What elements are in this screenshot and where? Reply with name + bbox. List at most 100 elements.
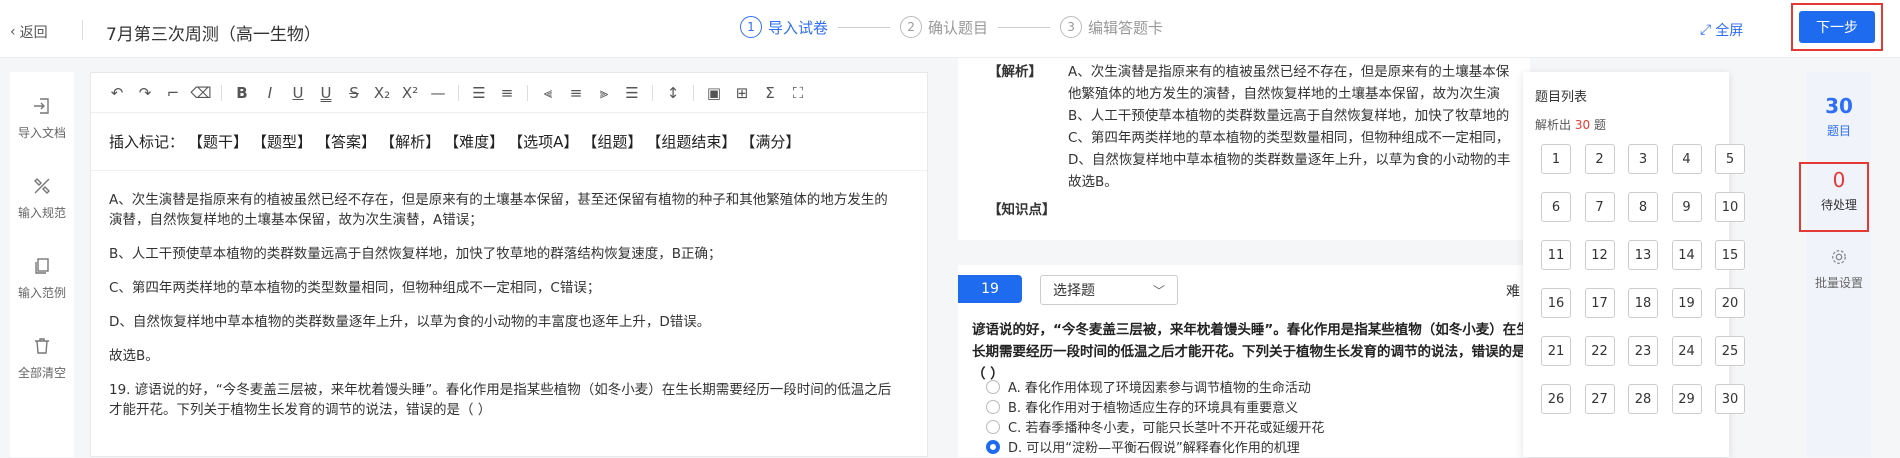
step-confirm[interactable]: 2 确认题目 xyxy=(900,16,988,38)
fullscreen-button[interactable]: ⤢ 全屏 xyxy=(1700,20,1743,40)
chevron-left-icon: ‹ xyxy=(10,24,16,40)
step-answer-card[interactable]: 3 编辑答题卡 xyxy=(1060,16,1163,38)
question-number-button[interactable]: 18 xyxy=(1628,288,1658,318)
question-number-button[interactable]: 1 xyxy=(1541,144,1571,174)
radio-c[interactable] xyxy=(986,419,1000,434)
question-number-button[interactable]: 7 xyxy=(1584,192,1615,222)
question-number-button[interactable]: 8 xyxy=(1628,192,1658,222)
analysis-line: 他繁殖体的地方发生的演替，自然恢复样地的土壤基本保留，故为次生演 xyxy=(1068,86,1500,102)
question-number-button[interactable]: 21 xyxy=(1541,336,1571,366)
question-number-button[interactable]: 26 xyxy=(1541,384,1571,414)
line-height-icon[interactable]: ↕ xyxy=(659,79,687,107)
redo-icon[interactable]: ↷ xyxy=(131,79,159,107)
left-toolbar: 导入文档 输入规范 输入范例 全部清空 xyxy=(10,72,74,457)
option-a[interactable]: A. 春化作用体现了环境因素参与调节植物的生命活动 xyxy=(986,377,1311,396)
question-number-button[interactable]: 5 xyxy=(1715,144,1745,174)
format-painter-icon[interactable]: ⌐ xyxy=(159,79,187,107)
marker-full-score[interactable]: 【满分】 xyxy=(740,131,800,152)
question-number-button[interactable]: 30 xyxy=(1715,384,1745,414)
question-number-button[interactable]: 25 xyxy=(1715,336,1745,366)
option-b[interactable]: B. 春化作用对于植物适应生存的环境具有重要意义 xyxy=(986,397,1298,416)
marker-type[interactable]: 【题型】 xyxy=(252,131,312,152)
align-left-icon[interactable]: ⫷ xyxy=(534,79,562,107)
back-button[interactable]: ‹ 返回 xyxy=(10,22,48,42)
underline-icon[interactable]: U xyxy=(284,79,312,107)
back-label: 返回 xyxy=(19,25,48,41)
ordered-list-icon[interactable]: ☰ xyxy=(465,79,493,107)
clear-all-button[interactable]: 全部清空 xyxy=(10,336,74,381)
divider xyxy=(221,84,222,101)
question-number-button[interactable]: 14 xyxy=(1671,240,1702,270)
formula-icon[interactable]: Σ xyxy=(756,79,784,107)
subscript-icon[interactable]: X₂ xyxy=(368,79,396,107)
question-number-button[interactable]: 12 xyxy=(1584,240,1615,270)
unordered-list-icon[interactable]: ≡ xyxy=(493,79,521,107)
question-number-button[interactable]: 22 xyxy=(1584,336,1615,366)
question-number-button[interactable]: 3 xyxy=(1628,144,1658,174)
question-number-button[interactable]: 19 xyxy=(1671,288,1702,318)
bold-icon[interactable]: B xyxy=(228,79,256,107)
input-example-label: 输入范例 xyxy=(17,286,66,300)
double-underline-icon[interactable]: U xyxy=(312,79,340,107)
question-number-button[interactable]: 13 xyxy=(1628,240,1658,270)
step-number: 2 xyxy=(900,16,923,38)
question-number-button[interactable]: 28 xyxy=(1628,384,1658,414)
image-icon[interactable]: ▣ xyxy=(700,79,728,107)
question-number-button[interactable]: 24 xyxy=(1671,336,1702,366)
batch-settings-button[interactable]: 批量设置 xyxy=(1807,248,1871,291)
option-c[interactable]: C. 若春季播种冬小麦，可能只长茎叶不开花或延缓开花 xyxy=(986,417,1324,436)
marker-difficulty[interactable]: 【难度】 xyxy=(444,131,504,152)
option-text: C. 若春季播种冬小麦，可能只长茎叶不开花或延缓开花 xyxy=(1008,421,1325,436)
question-number-button[interactable]: 11 xyxy=(1541,240,1571,270)
marker-analysis[interactable]: 【解析】 xyxy=(380,131,440,152)
eraser-icon[interactable]: ⌫ xyxy=(187,79,215,107)
question-number-button[interactable]: 10 xyxy=(1715,192,1745,222)
question-number-button[interactable]: 15 xyxy=(1715,240,1745,270)
strikethrough-icon[interactable]: S xyxy=(340,79,368,107)
question-number-button[interactable]: 20 xyxy=(1715,288,1745,318)
superscript-icon[interactable]: X² xyxy=(396,79,424,107)
pending-count-block[interactable]: 0 待处理 xyxy=(1807,168,1871,213)
align-center-icon[interactable]: ≡ xyxy=(562,79,590,107)
undo-icon[interactable]: ↶ xyxy=(103,79,131,107)
next-button[interactable]: 下一步 xyxy=(1799,11,1875,43)
question-number-button[interactable]: 17 xyxy=(1584,288,1615,318)
fullscreen-editor-icon[interactable]: ⛶ xyxy=(784,79,812,107)
question-number-button[interactable]: 27 xyxy=(1584,384,1615,414)
analysis-line: 故选B。 xyxy=(1068,174,1118,190)
question-number-button[interactable]: 4 xyxy=(1671,144,1702,174)
copy-icon xyxy=(35,258,49,274)
marker-option-a[interactable]: 【选项A】 xyxy=(508,131,578,152)
question-number-button[interactable]: 16 xyxy=(1541,288,1571,318)
horizontal-line-icon[interactable]: — xyxy=(424,79,452,107)
question-number-button[interactable]: 9 xyxy=(1671,192,1702,222)
marker-stem[interactable]: 【题干】 xyxy=(188,131,248,152)
question-type-select[interactable]: 选择题 ﹀ xyxy=(1040,275,1178,305)
total-count-block[interactable]: 30 题目 xyxy=(1807,94,1871,139)
pending-count: 0 xyxy=(1832,168,1846,192)
marker-answer[interactable]: 【答案】 xyxy=(316,131,376,152)
editor-content[interactable]: A、次生演替是指原来有的植被虽然已经不存在，但是原来有的土壤基本保留，甚至还保留… xyxy=(91,178,929,458)
paragraph: A、次生演替是指原来有的植被虽然已经不存在，但是原来有的土壤基本保留，甚至还保留… xyxy=(109,192,888,228)
input-spec-button[interactable]: 输入规范 xyxy=(10,176,74,221)
radio-b[interactable] xyxy=(986,399,1000,414)
marker-group-end[interactable]: 【组题结束】 xyxy=(646,131,736,152)
marker-group[interactable]: 【组题】 xyxy=(582,131,642,152)
option-d[interactable]: D. 可以用“淀粉—平衡石假说”解释春化作用的机理 xyxy=(986,437,1300,456)
question-number-button[interactable]: 23 xyxy=(1628,336,1658,366)
align-right-icon[interactable]: ⫸ xyxy=(590,79,618,107)
table-icon[interactable]: ⊞ xyxy=(728,79,756,107)
step-connector xyxy=(998,26,1051,28)
import-doc-button[interactable]: 导入文档 xyxy=(10,96,74,141)
input-example-button[interactable]: 输入范例 xyxy=(10,256,74,301)
italic-icon[interactable]: I xyxy=(256,79,284,107)
step-label: 导入试卷 xyxy=(768,18,829,37)
question-number-button[interactable]: 2 xyxy=(1584,144,1615,174)
question-number-button[interactable]: 6 xyxy=(1541,192,1571,222)
question-number-button[interactable]: 29 xyxy=(1671,384,1702,414)
radio-d[interactable] xyxy=(986,439,1000,454)
radio-a[interactable] xyxy=(986,379,1000,394)
batch-settings-label: 批量设置 xyxy=(1814,276,1863,290)
step-import[interactable]: 1 导入试卷 xyxy=(740,16,828,38)
align-justify-icon[interactable]: ☰ xyxy=(618,79,646,107)
